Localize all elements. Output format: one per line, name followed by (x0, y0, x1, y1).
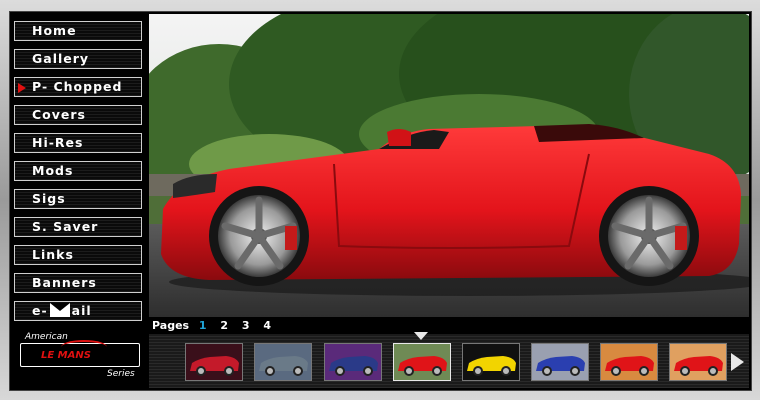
nav-item-p-chopped[interactable]: P- Chopped (14, 77, 142, 97)
next-arrow-icon[interactable] (731, 353, 744, 371)
thumbnail-car-image (329, 356, 378, 376)
pager-label: Pages (152, 319, 190, 332)
thumbnail-5[interactable] (462, 343, 520, 381)
nav-item-hi-res[interactable]: Hi-Res (14, 133, 142, 153)
thumbnail-6[interactable] (531, 343, 589, 381)
nav-item-home[interactable]: Home (14, 21, 142, 41)
thumbnail-3[interactable] (324, 343, 382, 381)
nav-item-gallery[interactable]: Gallery (14, 49, 142, 69)
red-arrow-icon (18, 83, 26, 93)
nav-item-label: P- Chopped (32, 79, 123, 94)
envelope-icon (49, 303, 70, 317)
thumbnail-2[interactable] (254, 343, 312, 381)
pager: Pages 1 2 3 4 (152, 319, 281, 333)
thumbnail-7[interactable] (600, 343, 658, 381)
down-triangle-icon (414, 332, 428, 340)
logo-series-text: Series (107, 369, 135, 379)
nav-item-label: Covers (32, 107, 86, 122)
page-2-link[interactable]: 2 (220, 319, 228, 332)
nav-item-label: Banners (32, 275, 97, 290)
nav-item-label: Gallery (32, 51, 90, 66)
thumbnail-car-image (190, 356, 239, 376)
logo-american-text: American (25, 332, 68, 342)
nav-item-email[interactable]: e-ail (14, 301, 142, 321)
nav-item-label: Mods (32, 163, 74, 178)
email-prefix: e- (32, 303, 48, 318)
nav-item-covers[interactable]: Covers (14, 105, 142, 125)
thumbnail-car-image (398, 356, 447, 376)
nav-item-label: Home (32, 23, 77, 38)
gallery-panel: Home Gallery P- Chopped Covers Hi-Res Mo… (9, 11, 752, 391)
logo-brand-text: LE MANS (41, 350, 91, 361)
thumbnail-car-image (259, 356, 308, 376)
nav-item-links[interactable]: Links (14, 245, 142, 265)
nav-item-mods[interactable]: Mods (14, 161, 142, 181)
thumbnail-car-image (536, 356, 585, 376)
sidebar: Home Gallery P- Chopped Covers Hi-Res Mo… (10, 12, 148, 390)
main-photo (149, 14, 749, 317)
page-4-link[interactable]: 4 (263, 319, 271, 332)
thumbnail-4[interactable] (393, 343, 451, 381)
nav-item-label: Sigs (32, 191, 66, 206)
thumbnail-car-image (674, 356, 723, 376)
nav-item-label: Hi-Res (32, 135, 84, 150)
nav-item-label: Links (32, 247, 74, 262)
logo-box: LE MANS (20, 340, 140, 367)
page-1-link[interactable]: 1 (199, 319, 207, 332)
email-suffix: ail (71, 303, 92, 318)
red-convertible-photo (149, 14, 749, 317)
page-3-link[interactable]: 3 (242, 319, 250, 332)
thumbnail-1[interactable] (185, 343, 243, 381)
thumbnail-car-image (605, 356, 654, 376)
thumbnail-8[interactable] (669, 343, 727, 381)
thumbnail-strip (149, 332, 749, 388)
nav-item-sigs[interactable]: Sigs (14, 189, 142, 209)
le-mans-logo[interactable]: American LE MANS Series (17, 332, 141, 384)
nav-item-label: S. Saver (32, 219, 99, 234)
thumbnail-car-image (467, 356, 516, 376)
nav-item-banners[interactable]: Banners (14, 273, 142, 293)
nav-item-s-saver[interactable]: S. Saver (14, 217, 142, 237)
